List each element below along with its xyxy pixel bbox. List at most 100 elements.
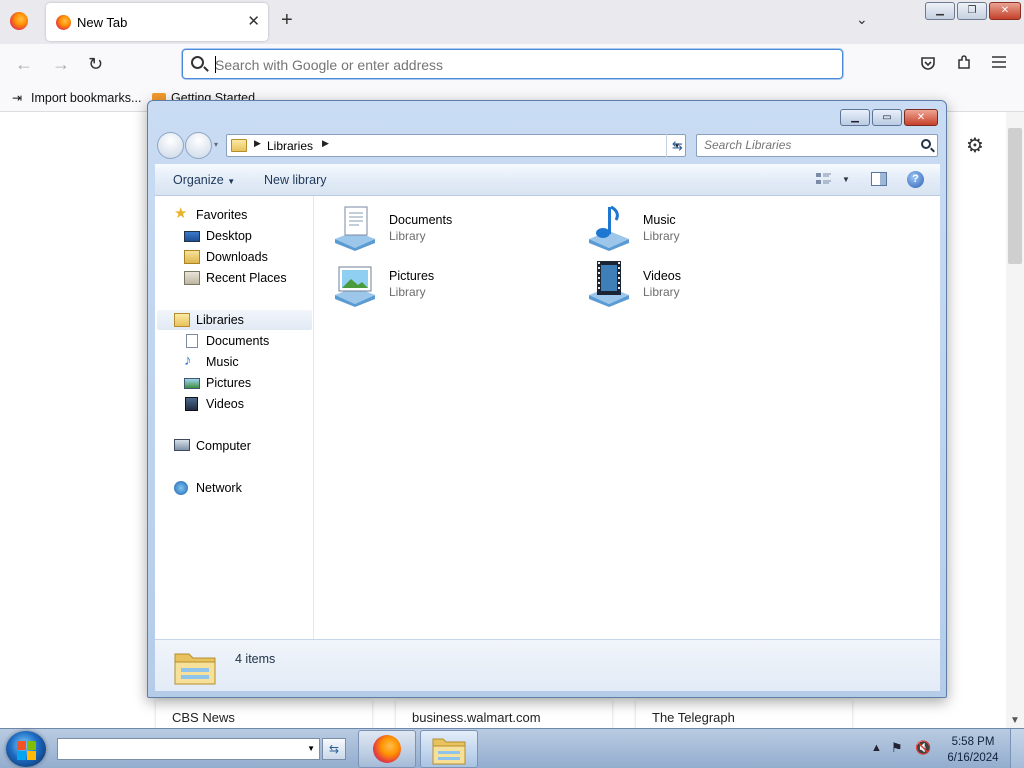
nav-label: Favorites [196,208,248,222]
volume-muted-icon[interactable]: 🔇 [915,740,931,756]
gear-icon[interactable]: ⚙ [966,133,984,158]
change-view-icon[interactable] [816,172,832,189]
extensions-icon[interactable] [955,55,973,73]
top-site-tile[interactable]: CBS News [156,700,372,728]
search-box[interactable] [696,134,938,157]
nav-item-downloads[interactable]: Downloads [184,247,304,267]
taskbar-firefox-button[interactable] [358,730,416,768]
libraries-icon [174,313,190,327]
search-icon[interactable] [921,139,931,149]
view-options-dropdown-icon[interactable]: ▼ [842,175,850,184]
action-center-icon[interactable]: ⚑ [891,740,903,756]
recent-pages-icon[interactable]: ▾ [214,140,218,149]
back-arrow-icon[interactable]: ← [15,54,33,74]
explorer-close-button[interactable]: ✕ [904,109,938,126]
nav-item-favorites[interactable]: ★ Favorites [174,205,304,225]
search-icon [191,56,204,69]
library-type: Library [643,285,680,299]
nav-item-desktop[interactable]: Desktop [184,226,304,246]
explorer-minimize-button[interactable]: ▁ [840,109,870,126]
dropdown-arrow-icon[interactable]: ▼ [307,744,315,753]
scrollbar-thumb[interactable] [1008,128,1022,264]
libraries-explorer-window: ▁ ▭ ✕ ▾ ▶ Libraries ▶ ▼ ⇆ Organize ▼ New… [147,100,947,698]
library-name: Music [643,213,676,227]
library-type: Library [643,229,680,243]
nav-item-libraries[interactable]: Libraries [157,310,312,330]
browser-close-button[interactable]: ✕ [989,2,1021,20]
close-tab-icon[interactable]: ✕ [247,12,260,30]
nav-item-recent-places[interactable]: Recent Places [184,268,304,288]
computer-icon [174,439,190,451]
top-site-tile[interactable]: The Telegraph [636,700,852,728]
top-site-label: business.walmart.com [412,710,541,725]
windows-logo-icon [17,751,26,760]
taskbar-go-icon[interactable]: ⇆ [322,738,346,760]
page-scrollbar[interactable]: ▼ [1006,112,1024,728]
documents-icon [186,334,198,348]
browser-minimize-button[interactable]: ▁ [925,2,955,20]
nav-label: Documents [206,334,270,348]
nav-item-music[interactable]: ♪ Music [184,352,304,372]
back-button[interactable] [157,132,184,159]
taskbar-address-input[interactable]: ▼ [57,738,320,760]
firefox-icon [373,735,401,763]
library-documents[interactable]: Documents Library [331,203,581,253]
organize-button[interactable]: Organize ▼ [173,173,235,187]
taskbar: ▼ ⇆ ▲ ⚑ 🔇 5:58 PM 6/16/2024 [0,728,1024,768]
address-input[interactable] [215,55,815,75]
nav-item-videos[interactable]: Videos [184,394,304,414]
organize-label: Organize [173,173,224,187]
start-button[interactable] [6,731,46,767]
browser-tab-strip: New Tab ✕ + ⌄ ▁ ❐ ✕ [0,0,1024,44]
url-bar[interactable] [182,49,843,79]
pictures-library-icon [335,266,375,307]
nav-item-pictures[interactable]: Pictures [184,373,304,393]
preview-pane-icon[interactable] [871,172,887,189]
hamburger-menu-icon[interactable] [990,55,1008,73]
breadcrumb[interactable]: Libraries [267,139,313,153]
music-note-icon: ♪ [184,352,192,369]
top-site-label: The Telegraph [652,710,735,725]
address-bar[interactable]: ▶ Libraries ▶ ▼ [226,134,686,157]
new-tab-button[interactable]: + [281,10,293,30]
show-desktop-button[interactable] [1010,729,1024,768]
text-caret [215,56,216,73]
taskbar-explorer-button[interactable] [420,730,478,768]
recent-places-icon [184,271,200,285]
music-library-icon [589,205,629,251]
pocket-icon[interactable] [919,55,937,73]
system-clock[interactable]: 5:58 PM 6/16/2024 [940,734,1006,766]
dropdown-arrow-icon: ▼ [227,177,236,186]
chevron-right-icon[interactable]: ▶ [254,138,261,149]
bookmark-import[interactable]: Import bookmarks... [31,91,141,105]
reload-icon[interactable]: ↻ [88,54,103,74]
scroll-down-icon[interactable]: ▼ [1010,715,1020,726]
list-all-tabs-icon[interactable]: ⌄ [856,11,868,28]
library-videos[interactable]: Videos Library [585,259,835,309]
top-site-tile[interactable]: business.walmart.com [396,700,612,728]
nav-item-network[interactable]: Network [174,478,304,498]
new-library-button[interactable]: New library [264,173,327,187]
nav-item-documents[interactable]: Documents [184,331,304,351]
firefox-menu-icon[interactable] [10,12,28,30]
refresh-icon[interactable]: ⇆ [666,134,688,157]
nav-label: Recent Places [206,271,287,285]
search-input[interactable] [704,138,909,152]
item-count: 4 items [235,652,276,666]
tab-new-tab[interactable]: New Tab ✕ [46,3,268,41]
libraries-folder-large-icon [174,653,216,685]
library-name: Videos [643,269,681,283]
explorer-folder-icon [432,738,466,765]
library-music[interactable]: Music Library [585,203,835,253]
nav-item-computer[interactable]: Computer [174,436,304,456]
browser-restore-button[interactable]: ❐ [957,2,987,20]
libraries-content-pane: Documents Library Music Library Pictures… [315,196,940,639]
explorer-maximize-button[interactable]: ▭ [872,109,902,126]
forward-arrow-icon[interactable]: → [52,54,70,74]
library-pictures[interactable]: Pictures Library [331,259,581,309]
help-icon[interactable]: ? [907,171,924,188]
show-hidden-icons-icon[interactable]: ▲ [871,742,882,754]
windows-logo-icon [27,741,36,750]
chevron-right-icon[interactable]: ▶ [322,138,329,149]
forward-button[interactable] [185,132,212,159]
